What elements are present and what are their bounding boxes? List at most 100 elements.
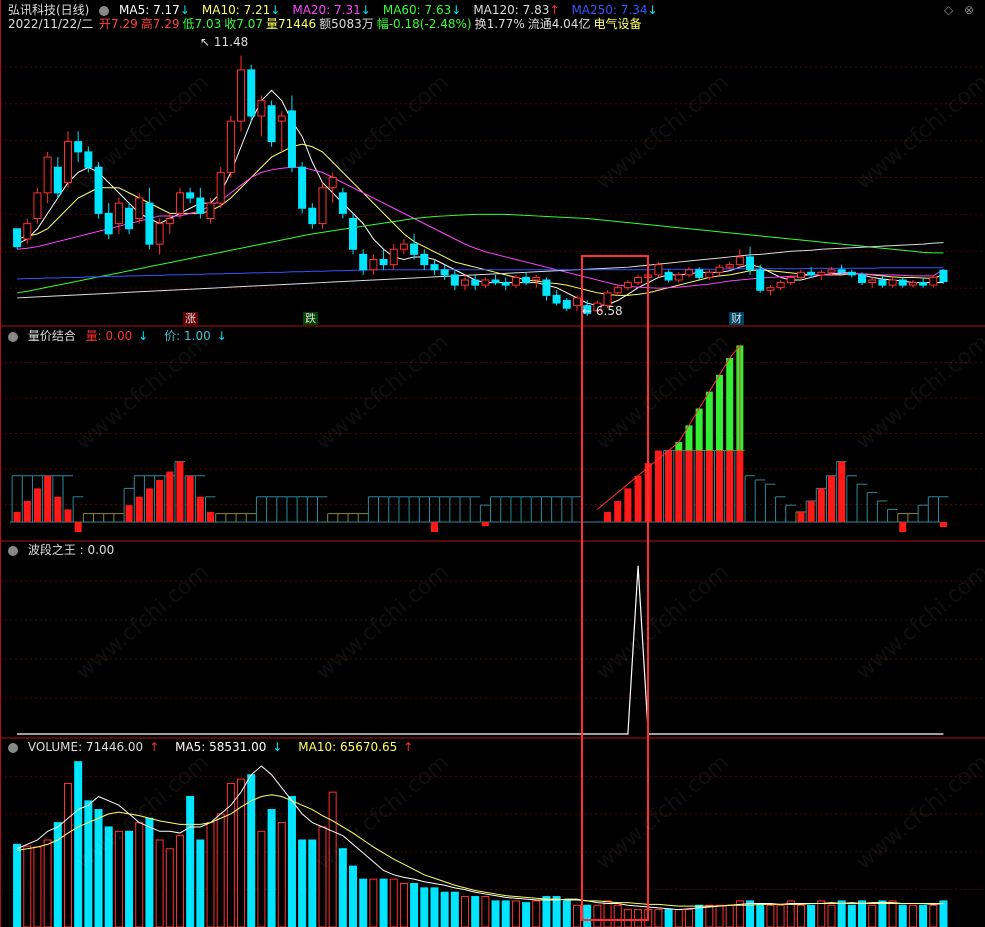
candle-body bbox=[379, 259, 388, 266]
volume-bar bbox=[287, 796, 296, 927]
volume-bar bbox=[878, 900, 887, 927]
volume-bar bbox=[847, 904, 856, 927]
candle-body bbox=[104, 212, 113, 235]
high-price-label: ↖ 11.48 bbox=[200, 35, 249, 49]
vp-red-bar bbox=[64, 509, 72, 522]
volume-bar bbox=[522, 902, 531, 927]
vp-header: 量价结合 量: 0.00 ↓ 价: 1.00 ↓ bbox=[8, 329, 239, 343]
candle-body bbox=[929, 276, 938, 286]
wave-collapse-icon[interactable] bbox=[8, 545, 18, 556]
candle-body bbox=[247, 69, 256, 117]
vp-green-bar bbox=[675, 442, 683, 451]
volume-bar bbox=[511, 900, 520, 927]
candle-body bbox=[63, 141, 72, 184]
candle-body bbox=[410, 243, 419, 255]
candle-body bbox=[715, 266, 724, 273]
close-icon[interactable]: ⊗ bbox=[964, 3, 974, 17]
stock-name[interactable]: 弘讯科技(日线) bbox=[8, 3, 89, 17]
volume-bar bbox=[165, 848, 174, 927]
volume-bar bbox=[450, 891, 459, 927]
vp-price-value: 价: 1.00 ↓ bbox=[164, 329, 227, 343]
wave-line bbox=[17, 565, 944, 735]
volume-bar bbox=[807, 904, 816, 927]
volume-ma10: MA10: 65670.65 ↑ bbox=[298, 740, 414, 754]
volume-bar bbox=[104, 826, 113, 927]
vp-red-bar bbox=[899, 522, 907, 533]
candle-body bbox=[359, 253, 368, 271]
volume-bar bbox=[349, 865, 358, 927]
low-price-label: ← 6.58 bbox=[582, 304, 623, 318]
candle-body bbox=[328, 177, 337, 189]
vp-red-bar bbox=[817, 488, 825, 522]
quote-item: 开7.29 bbox=[99, 17, 138, 31]
vp-collapse-icon[interactable] bbox=[8, 331, 18, 342]
ma-legend-item: MA5: 7.17↓ bbox=[119, 3, 190, 17]
volume-bar bbox=[84, 800, 93, 927]
candle-body bbox=[746, 256, 755, 271]
volume-bar bbox=[440, 891, 449, 927]
volume-bar bbox=[898, 904, 907, 927]
volume-bar bbox=[94, 809, 103, 927]
event-tag-fall[interactable]: 跌 bbox=[303, 312, 318, 325]
volume-bar bbox=[796, 904, 805, 927]
candle-body bbox=[450, 274, 459, 286]
volume-bar bbox=[501, 900, 510, 927]
volume-bar bbox=[13, 843, 22, 927]
volume-bar bbox=[491, 900, 500, 927]
vp-red-bar bbox=[624, 488, 632, 522]
volume-bar bbox=[725, 904, 734, 927]
volume-bar bbox=[756, 904, 765, 927]
volume-bar bbox=[634, 909, 643, 927]
volume-bar bbox=[481, 896, 490, 927]
volume-bar bbox=[654, 909, 663, 927]
event-tag-rise[interactable]: 涨 bbox=[183, 312, 198, 325]
vp-red-bar bbox=[196, 496, 204, 522]
vp-red-bar bbox=[705, 450, 713, 522]
volume-bar bbox=[929, 904, 938, 927]
vp-red-bar bbox=[125, 505, 133, 522]
candle-body bbox=[501, 282, 510, 286]
volume-bar bbox=[23, 845, 32, 927]
quote-item: 幅-0.18(-2.48%) bbox=[376, 17, 472, 31]
event-tag-finance[interactable]: 财 bbox=[729, 312, 744, 325]
volume-bar bbox=[572, 904, 581, 927]
candle-body bbox=[135, 197, 144, 219]
candle-body bbox=[125, 207, 134, 230]
ma-legend: MA5: 7.17↓ MA10: 7.21↓ MA20: 7.31↓ MA60: 7.… bbox=[119, 3, 670, 17]
candle-body bbox=[939, 269, 948, 283]
vp-red-bar bbox=[166, 471, 174, 522]
volume-collapse-icon[interactable] bbox=[8, 742, 18, 753]
settings-toggle-icon[interactable] bbox=[99, 5, 110, 16]
volume-bar bbox=[175, 835, 184, 927]
volume-bar bbox=[298, 839, 307, 927]
candle-body bbox=[206, 202, 215, 219]
volume-bar bbox=[542, 896, 551, 927]
candle-body bbox=[511, 276, 520, 286]
candle-body bbox=[674, 274, 683, 281]
volume-bar bbox=[776, 904, 785, 927]
candle-body bbox=[817, 271, 826, 276]
candle-body bbox=[827, 269, 836, 273]
vp-red-bar bbox=[827, 475, 835, 522]
vp-red-bar bbox=[186, 475, 194, 522]
candle-body bbox=[613, 287, 622, 294]
volume-bar bbox=[593, 904, 602, 927]
candle-body bbox=[552, 294, 561, 304]
volume-bar bbox=[379, 878, 388, 927]
candle-body bbox=[23, 223, 32, 240]
vp-volume-value: 量: 0.00 ↓ bbox=[85, 329, 149, 343]
candle-body bbox=[114, 202, 123, 225]
candle-body bbox=[786, 276, 795, 284]
volume-bar bbox=[888, 900, 897, 927]
volume-bar bbox=[817, 900, 826, 927]
vp-red-bar bbox=[614, 500, 622, 522]
volume-title: VOLUME: 71446.00 ↑ bbox=[27, 740, 160, 754]
candle-body bbox=[145, 202, 154, 245]
vp-red-bar bbox=[695, 450, 703, 522]
candle-body bbox=[267, 105, 276, 143]
volume-bar bbox=[216, 813, 225, 927]
diamond-icon[interactable]: ◇ bbox=[944, 3, 953, 17]
volume-bar bbox=[868, 904, 877, 927]
candle-body bbox=[562, 300, 571, 309]
candle-body bbox=[837, 269, 846, 273]
